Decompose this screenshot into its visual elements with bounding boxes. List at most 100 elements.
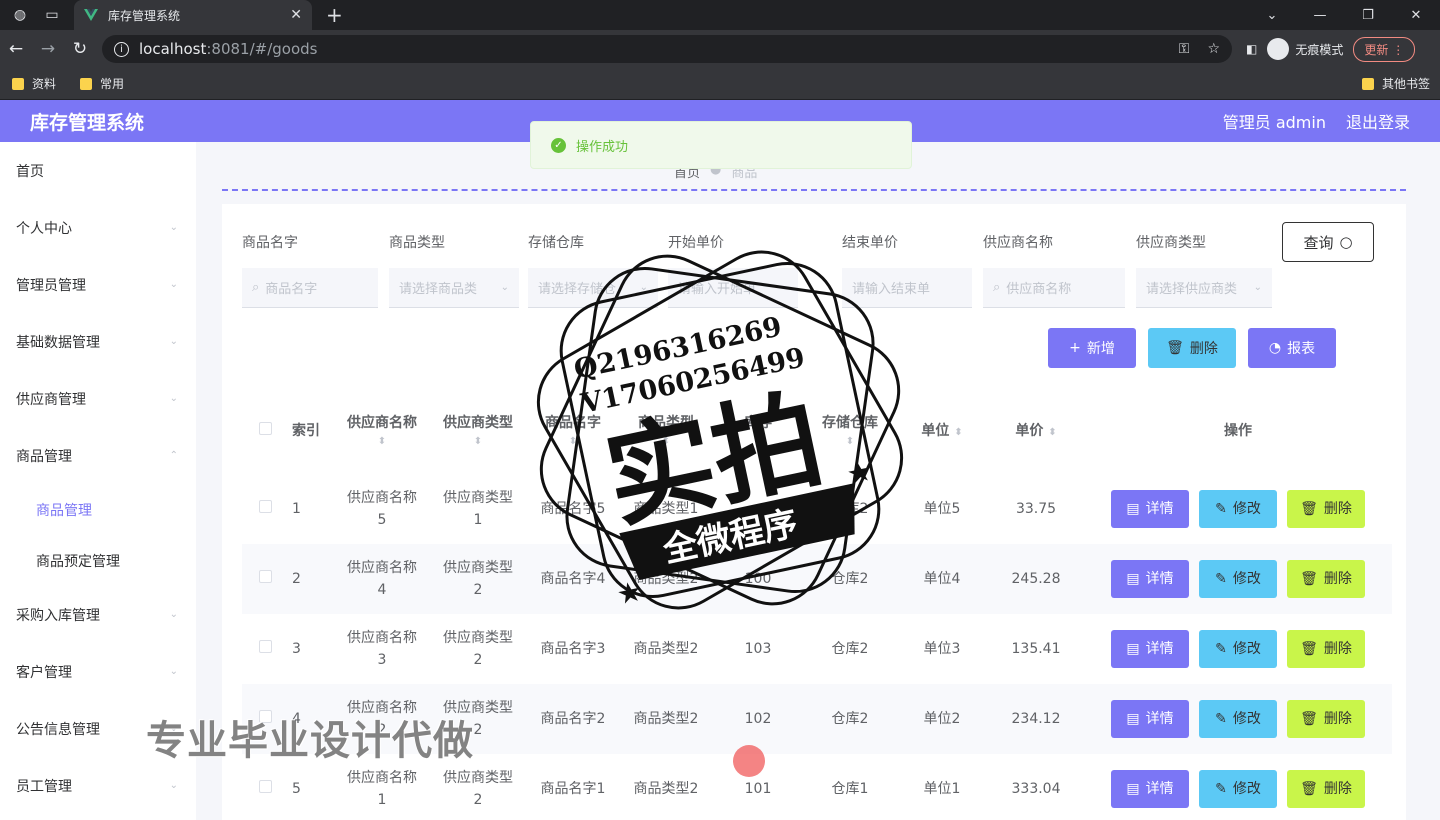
price-start-input[interactable]: 请输入开始单 bbox=[668, 268, 798, 308]
delete-label: 删除 bbox=[1189, 341, 1218, 357]
incognito-indicator[interactable]: 无痕模式 bbox=[1267, 38, 1343, 60]
site-info-icon[interactable]: i bbox=[114, 41, 129, 57]
header-goods-name[interactable]: 商品名字 ⬍ bbox=[526, 412, 620, 450]
sidebar-item-label: 客户管理 bbox=[16, 664, 72, 681]
sort-icon[interactable]: ⬍ bbox=[624, 434, 708, 450]
watermark-bottom-text: 专业毕业设计代做 bbox=[146, 718, 474, 764]
sidebar-item-home[interactable]: 首页 bbox=[0, 142, 196, 199]
row-checkbox[interactable] bbox=[258, 569, 272, 583]
side-panel-icon[interactable]: ◧ bbox=[1246, 42, 1257, 56]
filter-supplier-name: 供应商名称 ⌕ 供应商名称 bbox=[983, 232, 1125, 308]
tab-overview-icon[interactable]: ▭ bbox=[40, 3, 64, 27]
goods-type-select[interactable]: 请选择商品类 ⌄ bbox=[389, 268, 519, 308]
key-icon[interactable]: ⚿ bbox=[1179, 41, 1190, 57]
edit-label: 修改 bbox=[1232, 570, 1261, 587]
sort-icon[interactable]: ⬍ bbox=[338, 434, 426, 450]
header-supplier-type[interactable]: 供应商类型 ⬍ bbox=[430, 412, 526, 450]
chevron-down-icon: ⌄ bbox=[169, 780, 178, 791]
header-goods-type[interactable]: 商品类型 ⬍ bbox=[620, 412, 712, 450]
delete-button[interactable]: 🗑 删除 bbox=[1287, 700, 1365, 738]
tab-close-icon[interactable]: ✕ bbox=[290, 7, 302, 23]
bookmark-star-icon[interactable]: ☆ bbox=[1207, 41, 1220, 57]
cell-goods-type: 商品类型2 bbox=[633, 570, 699, 587]
user-label: 管理员 admin bbox=[1222, 113, 1326, 132]
add-button[interactable]: + 新增 bbox=[1048, 328, 1136, 368]
filter-goods-name: 商品名字 ⌕ 商品名字 bbox=[242, 232, 378, 308]
minimize-icon[interactable]: — bbox=[1296, 8, 1344, 23]
row-checkbox[interactable] bbox=[258, 779, 272, 793]
divider bbox=[222, 189, 1406, 191]
detail-button[interactable]: ▤ 详情 bbox=[1111, 770, 1189, 808]
delete-button[interactable]: 🗑 删除 bbox=[1287, 770, 1365, 808]
header-price[interactable]: 单价 ⬍ bbox=[988, 420, 1084, 442]
restore-icon[interactable]: ❐ bbox=[1344, 8, 1392, 23]
sort-icon[interactable]: ⬍ bbox=[716, 434, 800, 450]
new-tab-icon[interactable]: + bbox=[326, 3, 343, 27]
close-window-icon[interactable]: ✕ bbox=[1392, 8, 1440, 23]
sidebar-item-basic-data[interactable]: 基础数据管理 ⌄ bbox=[0, 313, 196, 370]
header-unit[interactable]: 单位 ⬍ bbox=[896, 420, 988, 442]
other-bookmarks[interactable]: 其他书签 bbox=[1361, 75, 1430, 92]
address-bar-row: ← → ↻ i localhost:8081/#/goods ⚿ ☆ ◧ 无痕模… bbox=[0, 30, 1440, 68]
sidebar-item-purchase[interactable]: 采购入库管理 ⌄ bbox=[0, 586, 196, 643]
query-button[interactable]: 查询 ○ bbox=[1282, 222, 1374, 262]
sidebar-item-admins[interactable]: 管理员管理 ⌄ bbox=[0, 256, 196, 313]
sort-icon[interactable]: ⬍ bbox=[1048, 427, 1056, 438]
select-all-checkbox[interactable] bbox=[258, 421, 272, 435]
cell-text: 供应商类型 bbox=[443, 559, 513, 576]
logout-link[interactable]: 退出登录 bbox=[1346, 109, 1410, 133]
cell-supplier-type: 供应商类型 2 bbox=[430, 767, 526, 812]
cell-supplier-name: 供应商名称 4 bbox=[334, 557, 430, 602]
report-button[interactable]: ◔ 报表 bbox=[1248, 328, 1336, 368]
batch-delete-button[interactable]: 🗑 删除 bbox=[1148, 328, 1236, 368]
edit-button[interactable]: ✎ 修改 bbox=[1199, 630, 1277, 668]
goods-name-input[interactable]: ⌕ 商品名字 bbox=[242, 268, 378, 308]
row-checkbox[interactable] bbox=[258, 499, 272, 513]
sidebar-item-goods[interactable]: 商品管理 ⌃ bbox=[0, 427, 196, 484]
edit-button[interactable]: ✎ 修改 bbox=[1199, 560, 1277, 598]
header-stock[interactable]: 库存 ⬍ bbox=[712, 412, 804, 450]
reload-icon[interactable]: ↻ bbox=[64, 39, 96, 59]
sort-icon[interactable]: ⬍ bbox=[808, 434, 892, 450]
edit-button[interactable]: ✎ 修改 bbox=[1199, 700, 1277, 738]
bookmark-folder[interactable]: 资料 bbox=[12, 75, 56, 92]
browser-globe-icon[interactable]: ◍ bbox=[8, 3, 32, 27]
input-placeholder: 商品名字 bbox=[265, 282, 318, 297]
delete-button[interactable]: 🗑 删除 bbox=[1287, 490, 1365, 528]
delete-button[interactable]: 🗑 删除 bbox=[1287, 560, 1365, 598]
bookmark-folder[interactable]: 常用 bbox=[80, 75, 124, 92]
cell-text: 2 bbox=[473, 722, 483, 738]
cell-text: 供应商类型 bbox=[443, 489, 513, 506]
sort-icon[interactable]: ⬍ bbox=[954, 427, 962, 438]
detail-button[interactable]: ▤ 详情 bbox=[1111, 490, 1189, 528]
browser-tab[interactable]: 库存管理系统 ✕ bbox=[74, 0, 312, 30]
sort-icon[interactable]: ⬍ bbox=[530, 434, 616, 450]
cell-text: 供应商名称 bbox=[347, 559, 417, 576]
sidebar-item-profile[interactable]: 个人中心 ⌄ bbox=[0, 199, 196, 256]
delete-button[interactable]: 🗑 删除 bbox=[1287, 630, 1365, 668]
warehouse-select[interactable]: 请选择存储仓 ⌄ bbox=[528, 268, 658, 308]
header-warehouse[interactable]: 存储仓库 ⬍ bbox=[804, 412, 896, 450]
sidebar-subitem-goods-booking[interactable]: 商品预定管理 bbox=[0, 535, 196, 586]
update-button[interactable]: 更新 ⋮ bbox=[1353, 36, 1416, 62]
sidebar-item-suppliers[interactable]: 供应商管理 ⌄ bbox=[0, 370, 196, 427]
forward-icon[interactable]: → bbox=[32, 39, 64, 59]
supplier-type-select[interactable]: 请选择供应商类 ⌄ bbox=[1136, 268, 1272, 308]
tab-search-icon[interactable]: ⌄ bbox=[1248, 8, 1296, 23]
edit-button[interactable]: ✎ 修改 bbox=[1199, 770, 1277, 808]
edit-button[interactable]: ✎ 修改 bbox=[1199, 490, 1277, 528]
row-checkbox[interactable] bbox=[258, 639, 272, 653]
detail-button[interactable]: ▤ 详情 bbox=[1111, 630, 1189, 668]
sidebar-subitem-goods[interactable]: 商品管理 bbox=[0, 484, 196, 535]
detail-button[interactable]: ▤ 详情 bbox=[1111, 560, 1189, 598]
back-icon[interactable]: ← bbox=[0, 39, 32, 59]
supplier-name-input[interactable]: ⌕ 供应商名称 bbox=[983, 268, 1125, 308]
sort-icon[interactable]: ⬍ bbox=[434, 434, 522, 450]
input-placeholder: 请输入开始单 bbox=[678, 282, 757, 297]
header-supplier-name[interactable]: 供应商名称 ⬍ bbox=[334, 412, 430, 450]
url-input[interactable]: i localhost:8081/#/goods ⚿ ☆ bbox=[102, 35, 1232, 63]
price-end-input[interactable]: 请输入结束单 bbox=[842, 268, 972, 308]
sidebar-item-customers[interactable]: 客户管理 ⌄ bbox=[0, 643, 196, 700]
sidebar-subitem-label: 商品预定管理 bbox=[36, 553, 120, 570]
detail-button[interactable]: ▤ 详情 bbox=[1111, 700, 1189, 738]
